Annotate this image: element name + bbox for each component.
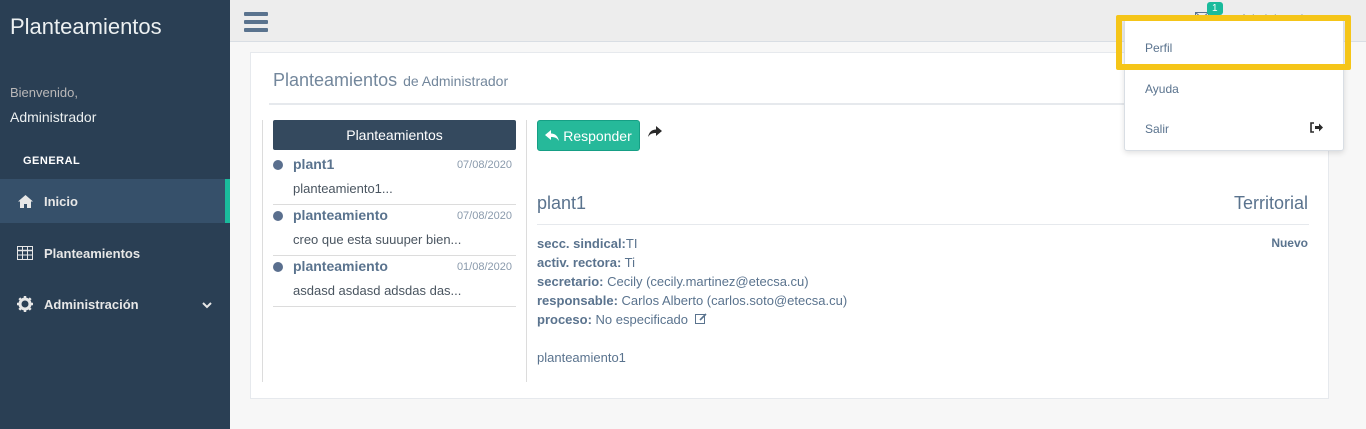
field-responsable: responsable: Carlos Alberto (carlos.soto…	[537, 293, 847, 308]
list-item-date: 01/08/2020	[456, 261, 512, 273]
sidebar-item-label: Planteamientos	[44, 245, 141, 261]
sidebar: Planteamientos Bienvenido, Administrador…	[0, 0, 230, 429]
unread-dot-icon	[273, 211, 283, 221]
menu-item-label: Salir	[1145, 122, 1170, 136]
gear-icon	[16, 296, 34, 312]
user-dropdown-menu: Perfil Ayuda Salir	[1124, 19, 1344, 151]
menu-item-label: Ayuda	[1145, 82, 1179, 96]
field-secc-sindical: secc. sindical:TI	[537, 236, 637, 251]
list-item-title: planteamiento	[293, 258, 388, 274]
list-item[interactable]: planteamiento 07/08/2020 creo que esta s…	[273, 205, 516, 256]
list-left-border	[262, 120, 263, 382]
reply-button-label: Responder	[563, 127, 632, 144]
list-item-title: planteamiento	[293, 207, 388, 223]
menu-item-salir[interactable]: Salir	[1125, 109, 1343, 149]
list-item-snippet: planteamiento1...	[293, 181, 393, 196]
menu-toggle-icon[interactable]	[244, 12, 268, 32]
list-item[interactable]: plant1 07/08/2020 planteamiento1...	[273, 154, 516, 205]
message-divider	[537, 224, 1309, 225]
list-header: Planteamientos	[273, 120, 516, 150]
menu-section-title: GENERAL	[23, 155, 81, 167]
unread-dot-icon	[273, 262, 283, 272]
page-subtitle: de Administrador	[403, 73, 509, 89]
list-item-title: plant1	[293, 156, 335, 172]
field-secretario: secretario: Cecily (cecily.martinez@etec…	[537, 274, 809, 289]
chevron-down-icon	[202, 297, 212, 312]
sidebar-item-administracion[interactable]: Administración	[0, 282, 230, 326]
sidebar-item-label: Administración	[44, 296, 139, 312]
field-value: Cecily (cecily.martinez@etecsa.cu)	[603, 274, 809, 289]
message-type: Territorial	[1233, 193, 1308, 213]
column-divider	[526, 120, 527, 382]
field-label: activ. rectora:	[537, 255, 622, 270]
sidebar-item-inicio[interactable]: Inicio	[0, 179, 230, 223]
field-label: responsable:	[537, 293, 618, 308]
list-item-date: 07/08/2020	[456, 210, 512, 222]
home-icon	[16, 194, 34, 209]
welcome-text: Bienvenido,	[10, 85, 78, 100]
table-icon	[16, 246, 34, 260]
field-value: TI	[625, 236, 638, 251]
field-value: Carlos Alberto (carlos.soto@etecsa.cu)	[617, 293, 848, 308]
menu-item-label: Perfil	[1145, 41, 1173, 55]
list-item[interactable]: planteamiento 01/08/2020 asdasd asdasd a…	[273, 256, 516, 307]
menu-item-perfil[interactable]: Perfil	[1125, 28, 1343, 68]
field-proceso: proceso: No especificado	[537, 312, 707, 327]
forward-icon[interactable]	[647, 125, 662, 143]
page-title: Planteamientos de Administrador	[273, 70, 508, 91]
edit-icon[interactable]	[694, 312, 707, 327]
field-label: secc. sindical:	[537, 236, 626, 251]
reply-icon	[545, 128, 560, 144]
unread-dot-icon	[273, 160, 283, 170]
field-activ-rectora: activ. rectora: Ti	[537, 255, 635, 270]
list-item-date: 07/08/2020	[456, 159, 512, 171]
sidebar-item-label: Inicio	[44, 193, 78, 209]
field-value: No especificado	[591, 312, 689, 327]
message-body: planteamiento1	[537, 350, 626, 365]
status-badge: Nuevo	[1271, 236, 1308, 250]
field-value: Ti	[621, 255, 636, 270]
page-title-text: Planteamientos	[273, 70, 398, 90]
notification-badge: 1	[1207, 2, 1223, 15]
sidebar-username: Administrador	[10, 109, 97, 125]
list-item-snippet: asdasd asdasd adsdas das...	[293, 283, 462, 298]
field-label: proceso:	[537, 312, 592, 327]
reply-button[interactable]: Responder	[537, 120, 640, 151]
menu-item-ayuda[interactable]: Ayuda	[1125, 69, 1343, 109]
field-label: secretario:	[537, 274, 604, 289]
message-title: plant1	[537, 193, 587, 213]
sidebar-item-planteamientos[interactable]: Planteamientos	[0, 231, 230, 275]
list-item-snippet: creo que esta suuuper bien...	[293, 232, 462, 247]
app-brand[interactable]: Planteamientos	[10, 14, 162, 40]
sign-out-icon	[1310, 122, 1323, 136]
